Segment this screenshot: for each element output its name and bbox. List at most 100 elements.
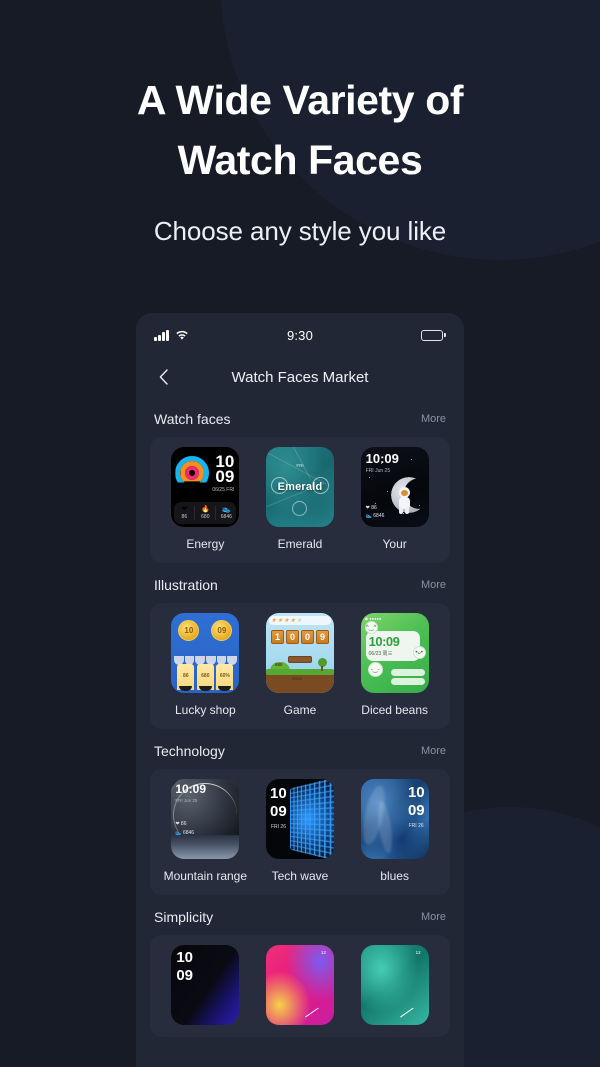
watch-face-name: Tech wave [271,869,329,883]
watch-face-tile-diced-beans[interactable]: ◉ ●●●●● 10:09 06/23 周三 ^‿^ •ᴗ• -‿- Diced… [349,613,441,717]
watch-face-preview-your: 10:09 FRI Jun 25 ❤ 86 👟 6846 [360,447,429,527]
pot-decoration [218,686,232,691]
watch-face-preview-energy: 10 09 06/25 FRI ❤ 86 🔥 680 👟 6846 [171,447,240,527]
time-block: 9 [315,630,329,644]
face-minute: 09 [215,467,235,486]
face-hour: 10 [269,785,287,802]
clock-hand [399,1007,414,1018]
more-link[interactable]: More [421,911,446,923]
more-link[interactable]: More [421,745,446,757]
watch-face-preview-diced-beans: ◉ ●●●●● 10:09 06/23 周三 ^‿^ •ᴗ• -‿- [360,613,429,693]
face-stat-heart: ❤ 86 [175,821,187,827]
face-hour: 10 [176,949,194,966]
face-stat-value: 680 [274,662,283,667]
page-subtitle: Choose any style you like [153,216,447,246]
face-stat-value: 6846 [291,676,302,681]
section-header-technology: Technology More [136,729,464,769]
face-date: 06/23 周三 [368,651,393,657]
face-time: 10:09 [365,451,399,466]
watch-face-card-row: 10:09 FRI Jun 25 ❤ 86 👟 6846 Mountain ra… [150,769,450,895]
more-link[interactable]: More [421,413,446,425]
smiley-icon: ^‿^ [364,621,378,634]
section-header-simplicity: Simplicity More [136,895,464,935]
face-hour-marker: 12 [320,950,326,955]
watch-face-tile-lucky-shop[interactable]: 10 09 86 680 60% Lucky shop [159,613,251,717]
face-dial-center [291,501,307,516]
smiley-icon: -‿- [367,662,383,677]
watch-face-preview-tech-wave: 10 09 FRI 26 [265,779,334,859]
watch-face-tile-your[interactable]: 10:09 FRI Jun 25 ❤ 86 👟 6846 Your [349,447,441,551]
page-title-line-2: Watch Faces [177,137,423,183]
tree-icon [317,658,327,671]
face-time: 10:09 [175,782,207,796]
time-block: 0 [285,630,299,644]
section-title: Technology [154,743,225,759]
grid-wave-decoration [289,779,334,859]
face-stat-heart: ❤ 86 [174,502,194,524]
face-hour-marker: 12 [415,950,421,955]
watch-face-tile-mountain-range[interactable]: 10:09 FRI Jun 25 ❤ 86 👟 6846 Mountain ra… [159,779,251,883]
watch-face-tile-simplicity-3[interactable]: 12 [349,945,441,1025]
heart-icon: ❤ [181,506,188,513]
face-stat-steps: 👟 6846 [175,830,195,836]
face-stat-value: 86 [371,505,377,511]
face-minute: 09 [407,802,425,819]
face-stat-steps: 👟 6846 [365,513,385,519]
watch-face-tile-simplicity-2[interactable]: 12 [254,945,346,1025]
section-header-illustration: Illustration More [136,563,464,603]
flame-icon: 🔥 [200,506,210,513]
face-date: FRI Jun 25 [175,798,198,803]
hero-text-block: A Wide Variety of Watch Faces Choose any… [0,70,600,247]
more-link[interactable]: More [421,579,446,591]
watch-face-preview-simplicity-3: 12 [360,945,429,1025]
face-date: FRI Jun 25 [365,468,391,474]
face-stat-steps: 👟 6846 [216,502,236,524]
watch-face-tile-game[interactable]: ★ ★ ★ ★ ★ 1 0 0 9 680 6846 Game [254,613,346,717]
face-stat-value: 680 [201,673,210,679]
section-title: Illustration [154,577,218,593]
coin-icon-left: 10 [178,620,200,641]
watch-face-name: Diced beans [361,703,428,717]
face-minute: 09 [176,967,194,984]
watch-face-name: blues [380,869,409,883]
watch-face-name: Lucky shop [174,703,236,717]
watch-face-card-row: 10 09 86 680 60% Lucky shop ★ ★ ★ ★ ★ 1 … [150,603,450,729]
face-time: 10:09 [368,634,400,649]
scroll-area[interactable]: Watch faces More 10 09 06/25 FRI ❤ 86 🔥 … [136,397,464,1067]
watch-face-preview-lucky-shop: 10 09 86 680 60% [171,613,240,693]
page-title-line-1: A Wide Variety of [136,77,464,123]
face-date: FRI 26 [408,823,424,829]
status-bar: 9:30 [136,313,464,357]
watch-face-preview-blues: 10 09 FRI 26 [360,779,429,859]
page-header-title: Watch Faces Market [231,368,369,386]
face-date: FRI 26 [270,824,286,830]
section-title: Watch faces [154,411,231,427]
section-title: Simplicity [154,909,214,925]
watch-face-tile-blues[interactable]: 10 09 FRI 26 blues [349,779,441,883]
watch-face-preview-mountain-range: 10:09 FRI Jun 25 ❤ 86 👟 6846 [171,779,240,859]
face-stat-value: 6846 [373,513,385,519]
face-hour: 10 [407,784,425,801]
watch-face-preview-simplicity-1: 10 09 [171,945,240,1025]
watch-face-tile-simplicity-1[interactable]: 10 09 [159,945,251,1025]
face-stat-bar: ❤ 86 🔥 680 👟 6846 [174,502,237,524]
phone-mockup: 9:30 Watch Faces Market Watch faces More [136,313,464,1067]
watch-face-tile-emerald[interactable]: FRI Emerald Emerald [254,447,346,551]
smiley-icon: •ᴗ• [412,646,426,659]
face-stat-calories: 🔥 680 [195,502,215,524]
face-stat-value: 680 [201,514,210,520]
face-stat-value: 86 [183,673,189,679]
watch-face-tile-tech-wave[interactable]: 10 09 FRI 26 Tech wave [254,779,346,883]
face-top-label: FRI [296,463,304,468]
coin-icon-right: 09 [211,620,233,641]
watch-face-name: Energy [186,537,225,551]
face-stat-value: 6846 [220,514,232,520]
pot-decoration [198,686,212,691]
watch-face-tile-energy[interactable]: 10 09 06/25 FRI ❤ 86 🔥 680 👟 6846 Energy [159,447,251,551]
watch-face-card-row: 10 09 06/25 FRI ❤ 86 🔥 680 👟 6846 Energy… [150,437,450,563]
face-strip [390,678,425,685]
face-stat-value: 6846 [182,830,195,836]
face-strip [390,669,425,676]
shoe-icon: 👟 [221,506,231,513]
page-title: A Wide Variety of Watch Faces [0,70,600,190]
